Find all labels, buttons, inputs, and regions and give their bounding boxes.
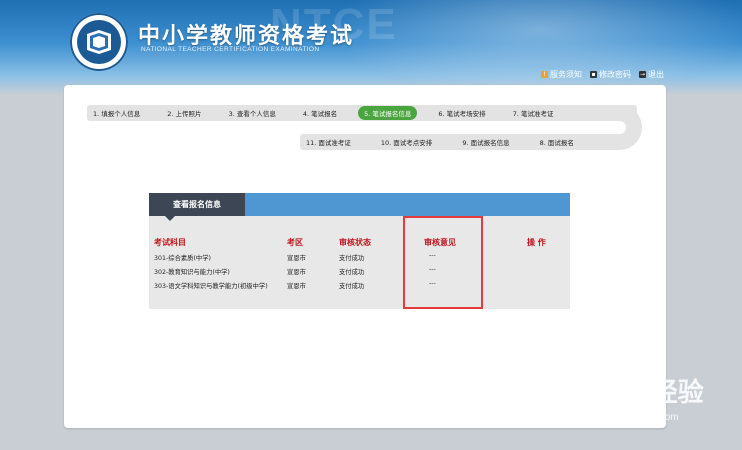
step-1[interactable]: 1. 填报个人信息 <box>87 108 146 118</box>
col-status: 审核状态 <box>339 238 371 247</box>
row2-status: 支付成功 <box>339 269 365 276</box>
site-subtitle: NATIONAL TEACHER CERTIFICATION EXAMINATI… <box>141 46 320 53</box>
row3-subject: 303-语文学科知识与教学能力(初级中学) <box>154 283 268 290</box>
step-6[interactable]: 6. 笔试考场安排 <box>432 108 491 118</box>
site-header: NTCE 中小学教师资格考试 NATIONAL TEACHER CERTIFIC… <box>0 0 742 95</box>
step-5-active[interactable]: 5. 笔试报名信息 <box>358 106 418 120</box>
book-icon <box>87 30 111 54</box>
row1-area: 宣恩市 <box>287 255 306 262</box>
registration-info-card: 查看报名信息 考试科目 考区 审核状态 审核意见 操 作 301-综合素质(中学… <box>149 193 570 309</box>
service-notice-label: 服务须知 <box>550 70 582 79</box>
site-logo <box>70 13 128 71</box>
row2-area: 宣恩市 <box>287 269 306 276</box>
baidu-watermark-url: jingyan.baidu.com <box>598 412 679 423</box>
row2-subject: 302-教育知识与能力(中学) <box>154 269 230 276</box>
step-3[interactable]: 3. 查看个人信息 <box>223 108 282 118</box>
steps-row-2: 11. 面试准考证 10. 面试考点安排 9. 面试报名信息 8. 面试报名 <box>300 134 614 150</box>
info-icon: ! <box>541 71 548 78</box>
top-links: ! 服务须知 ▪ 修改密码 → 退出 <box>541 69 664 80</box>
baidu-watermark: Bai du 经验 <box>565 377 704 407</box>
col-action: 操 作 <box>527 238 546 247</box>
change-password-label: 修改密码 <box>599 70 631 79</box>
col-area: 考区 <box>287 238 303 247</box>
step-9[interactable]: 9. 面试报名信息 <box>456 137 515 147</box>
row3-status: 支付成功 <box>339 283 365 290</box>
step-8[interactable]: 8. 面试报名 <box>534 137 580 147</box>
step-7[interactable]: 7. 笔试准考证 <box>507 108 560 118</box>
change-password-link[interactable]: ▪ 修改密码 <box>590 69 631 80</box>
row1-status: 支付成功 <box>339 255 365 262</box>
step-4[interactable]: 4. 笔试报名 <box>297 108 343 118</box>
card-header: 查看报名信息 <box>149 193 570 221</box>
step-2[interactable]: 2. 上传照片 <box>161 108 207 118</box>
card-tab[interactable]: 查看报名信息 <box>149 193 245 221</box>
step-11[interactable]: 11. 面试准考证 <box>300 137 357 147</box>
row3-area: 宣恩市 <box>287 283 306 290</box>
service-notice-link[interactable]: ! 服务须知 <box>541 69 582 80</box>
steps-row-1: 1. 填报个人信息 2. 上传照片 3. 查看个人信息 4. 笔试报名 5. 笔… <box>87 105 637 121</box>
highlight-box <box>403 216 483 309</box>
logout-label: 退出 <box>648 70 664 79</box>
row1-subject: 301-综合素质(中学) <box>154 255 211 262</box>
logout-link[interactable]: → 退出 <box>639 69 664 80</box>
step-10[interactable]: 10. 面试考点安排 <box>375 137 438 147</box>
col-subject: 考试科目 <box>154 238 186 247</box>
exit-icon: → <box>639 71 646 78</box>
key-icon: ▪ <box>590 71 597 78</box>
